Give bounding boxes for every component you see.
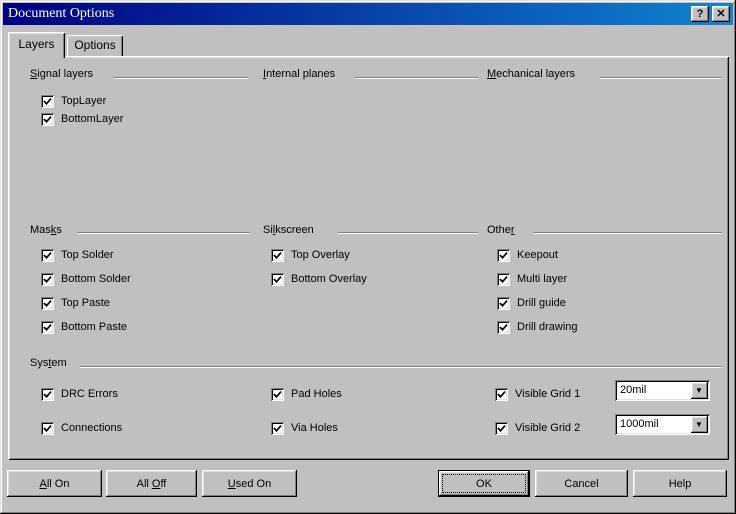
section-divider-system [80, 366, 722, 368]
chevron-down-icon: ▼ [695, 386, 703, 395]
checkbox-top-paste[interactable] [41, 297, 54, 310]
checkbox-top-overlay[interactable] [271, 249, 284, 262]
checkbox-bottomlayer[interactable] [41, 113, 54, 126]
section-divider-internal-planes [355, 77, 478, 79]
checkbox-label-visible-grid-2: Visible Grid 2 [515, 421, 580, 435]
visible-grid-2-dropdown-value: 1000mil [620, 418, 659, 431]
used-on-button[interactable]: Used On [202, 470, 297, 497]
section-divider-other [533, 232, 722, 234]
checkbox-bottom-solder[interactable] [41, 273, 54, 286]
checkbox-label-toplayer: TopLayer [61, 94, 106, 108]
titlebar[interactable]: Document Options ? ✕ [3, 3, 733, 25]
checkbox-label-multi-layer: Multi layer [517, 272, 567, 286]
checkbox-label-keepout: Keepout [517, 248, 558, 262]
all-on-button[interactable]: All On [7, 470, 102, 497]
visible-grid-2-dropdown[interactable]: 1000mil ▼ [615, 414, 710, 435]
checkbox-multi-layer[interactable] [497, 273, 510, 286]
checkbox-bottom-overlay[interactable] [271, 273, 284, 286]
all-off-button[interactable]: All Off [106, 470, 197, 497]
checkbox-visible-grid-1[interactable] [495, 388, 508, 401]
checkbox-via-holes[interactable] [271, 422, 284, 435]
checkbox-label-connections: Connections [61, 421, 122, 435]
section-divider-masks [77, 232, 250, 234]
cancel-button[interactable]: Cancel [535, 470, 628, 497]
dropdown-arrow-button[interactable]: ▼ [691, 416, 708, 433]
section-title-silkscreen: Silkscreen [263, 224, 314, 237]
section-title-signal-layers: Signal layers [30, 68, 93, 81]
section-divider-mechanical-layers [600, 77, 722, 79]
chevron-down-icon: ▼ [695, 420, 703, 429]
checkbox-label-top-paste: Top Paste [61, 296, 110, 310]
close-button[interactable]: ✕ [712, 6, 730, 22]
dropdown-arrow-button[interactable]: ▼ [691, 382, 708, 399]
ok-button[interactable]: OK [438, 470, 530, 497]
checkbox-top-solder[interactable] [41, 249, 54, 262]
checkbox-label-bottom-solder: Bottom Solder [61, 272, 131, 286]
section-divider-silkscreen [338, 232, 478, 234]
section-title-masks: Masks [30, 224, 62, 237]
checkbox-label-visible-grid-1: Visible Grid 1 [515, 387, 580, 401]
checkbox-label-drill-guide: Drill guide [517, 296, 566, 310]
checkbox-label-bottomlayer: BottomLayer [61, 112, 123, 126]
tab-options[interactable]: Options [67, 35, 123, 56]
window-title: Document Options [8, 3, 114, 25]
section-title-system: System [30, 357, 67, 370]
section-title-other: Other [487, 224, 515, 237]
tab-options-label: Options [74, 38, 115, 52]
checkbox-drc-errors[interactable] [41, 388, 54, 401]
checkbox-bottom-paste[interactable] [41, 321, 54, 334]
checkbox-keepout[interactable] [497, 249, 510, 262]
help-button[interactable]: ? [691, 6, 709, 22]
checkbox-label-drc-errors: DRC Errors [61, 387, 118, 401]
checkbox-visible-grid-2[interactable] [495, 422, 508, 435]
checkbox-label-drill-drawing: Drill drawing [517, 320, 578, 334]
checkbox-label-bottom-paste: Bottom Paste [61, 320, 127, 334]
checkbox-pad-holes[interactable] [271, 388, 284, 401]
checkbox-label-top-overlay: Top Overlay [291, 248, 350, 262]
checkbox-label-bottom-overlay: Bottom Overlay [291, 272, 367, 286]
visible-grid-1-dropdown-value: 20mil [620, 384, 646, 397]
checkbox-toplayer[interactable] [41, 95, 54, 108]
section-title-internal-planes: Internal planes [263, 68, 335, 81]
section-divider-signal-layers [113, 77, 248, 79]
checkbox-drill-drawing[interactable] [497, 321, 510, 334]
checkbox-drill-guide[interactable] [497, 297, 510, 310]
section-title-mechanical-layers: Mechanical layers [487, 68, 575, 81]
checkbox-connections[interactable] [41, 422, 54, 435]
visible-grid-1-dropdown[interactable]: 20mil ▼ [615, 380, 710, 401]
checkbox-label-pad-holes: Pad Holes [291, 387, 342, 401]
tab-layers-label: Layers [18, 37, 54, 51]
help-button-bottom[interactable]: Help [633, 470, 727, 497]
checkbox-label-via-holes: Via Holes [291, 421, 338, 435]
document-options-dialog: Document Options ? ✕ Layers Options Sign… [0, 0, 736, 514]
checkbox-label-top-solder: Top Solder [61, 248, 114, 262]
tab-layers[interactable]: Layers [8, 32, 65, 58]
